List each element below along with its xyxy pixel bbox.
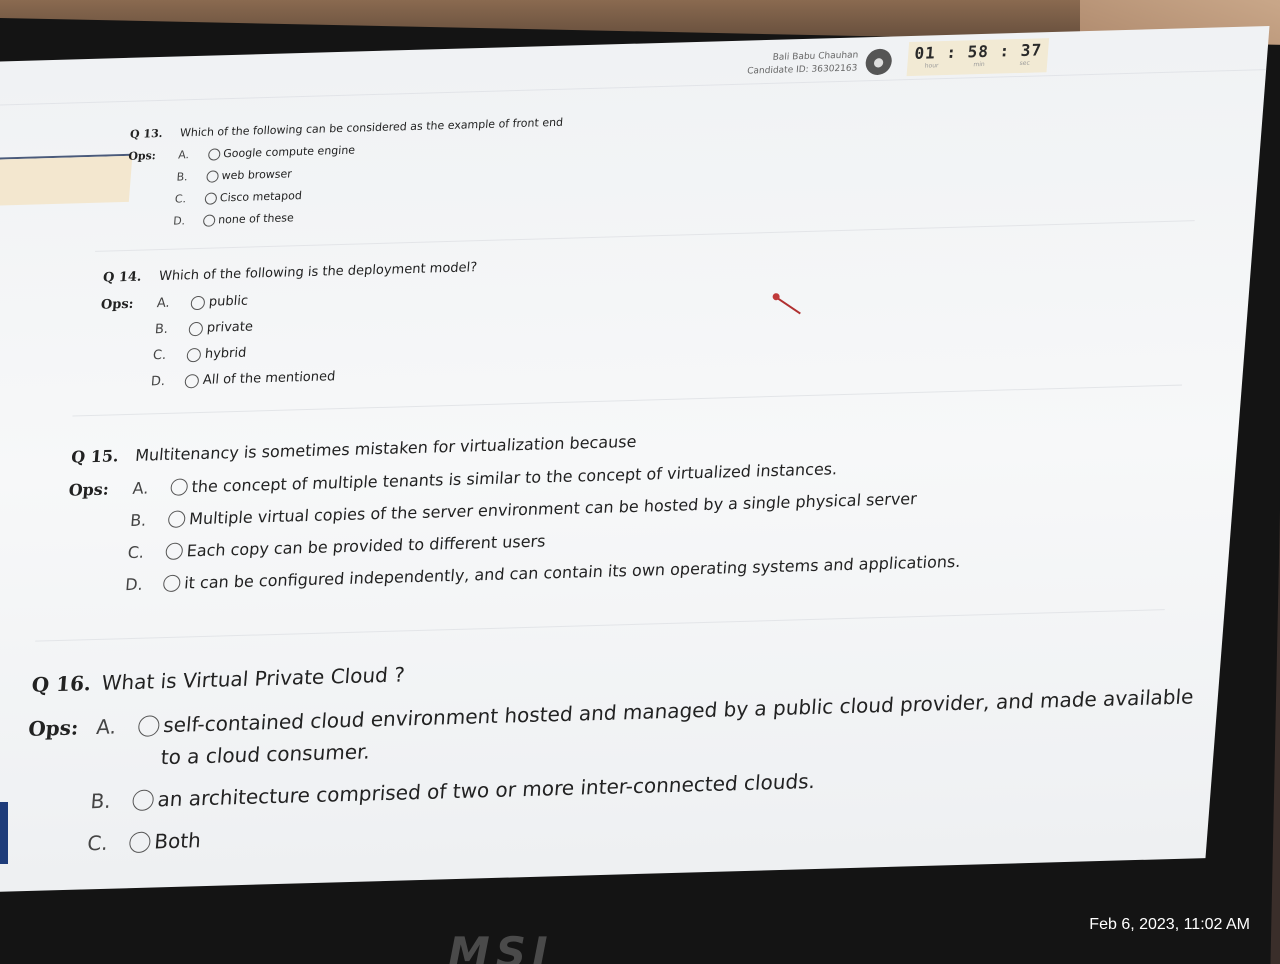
timer-unit-min: min [973,60,985,69]
option-text[interactable]: Google compute engine [223,144,356,161]
question-number: Q 14. [102,269,143,286]
option-radio[interactable] [186,347,202,362]
user-icon: ● [872,54,885,70]
countdown-timer: 01 : 58 : 37 hour min sec [906,38,1050,77]
option-text[interactable]: Each copy can be provided to different u… [186,531,546,560]
option-letter: B. [176,170,189,184]
ops-label: Ops: [100,296,135,313]
option-letter: D. [172,214,186,228]
option-letter: C. [127,542,145,563]
question-text: What is Virtual Private Cloud ? [100,662,406,695]
option-letter: A. [131,478,150,498]
option-text[interactable]: an architecture comprised of two or more… [157,769,816,811]
option-letter: B. [129,510,148,531]
option-letter: A. [177,148,190,162]
option-text[interactable]: All of the mentioned [202,369,336,388]
option-letter: A. [156,295,171,312]
option-radio[interactable] [162,574,181,593]
question-text: Multitenancy is sometimes mistaken for v… [134,431,638,465]
question-14: Q 14. Which of the following is the depl… [94,260,477,391]
option-text[interactable]: it can be configured independently, and … [184,552,962,593]
option-text[interactable]: public [208,294,248,310]
option-letter: D. [124,574,144,595]
ops-label: Ops: [127,149,157,163]
question-number: Q 16. [30,671,92,697]
option-text[interactable]: hybrid [204,346,247,362]
option-text[interactable]: Both [154,828,202,853]
option-radio[interactable] [202,213,216,227]
option-text[interactable]: none of these [218,211,295,226]
photo-timestamp: Feb 6, 2023, 11:02 AM [1089,916,1250,933]
option-letter: B. [154,321,169,338]
question-text: Which of the following can be considered… [179,115,564,140]
ops-label: Ops: [27,715,80,741]
msi-logo: MSI [448,928,554,964]
question-divider [72,384,1183,417]
option-radio[interactable] [190,295,206,310]
option-text-continued[interactable]: to a cloud consumer. [160,739,371,769]
option-letter: C. [174,192,187,206]
option-letter: C. [86,830,109,856]
option-radio[interactable] [184,373,200,388]
question-16: Q 16. What is Virtual Private Cloud ? Op… [19,640,1198,857]
option-radio[interactable] [167,510,186,528]
option-text[interactable]: private [206,319,253,335]
ops-label: Ops: [68,479,110,500]
timer-unit-sec: sec [1019,59,1031,67]
option-text[interactable]: Multiple virtual copies of the server en… [188,489,917,528]
option-radio[interactable] [206,169,220,183]
option-radio[interactable] [170,478,189,496]
question-divider [35,609,1165,642]
question-number: Q 15. [70,446,120,467]
question-number: Q 13. [129,126,164,141]
option-radio[interactable] [128,831,152,853]
exam-screen: Bali Babu Chauhan Candidate ID: 36302163… [0,25,1270,895]
option-letter: D. [150,373,166,390]
candidate-info: Bali Babu Chauhan Candidate ID: 36302163 [717,49,859,79]
timer-unit-hour: hour [924,62,939,70]
option-radio[interactable] [188,321,204,336]
option-radio[interactable] [207,147,221,161]
option-radio[interactable] [131,788,155,811]
option-text[interactable]: web browser [221,167,292,182]
question-text: Which of the following is the deployment… [158,260,478,285]
question-13: Q 13. Which of the following can be cons… [123,116,564,229]
question-15: Q 15. Multitenancy is sometimes mistaken… [61,422,972,595]
option-radio[interactable] [204,191,218,205]
option-text[interactable]: the concept of multiple tenants is simil… [191,459,838,496]
option-letter: B. [89,788,112,814]
option-text[interactable]: Cisco metapod [219,189,302,204]
option-letter: A. [95,714,118,740]
option-letter: C. [152,347,167,364]
candidate-id: Candidate ID: 36302163 [746,63,858,77]
sidebar-item-questions[interactable] [0,155,133,207]
option-radio[interactable] [165,542,184,561]
avatar: ● [864,48,893,76]
option-radio[interactable] [137,714,161,737]
desk-object [0,802,8,864]
